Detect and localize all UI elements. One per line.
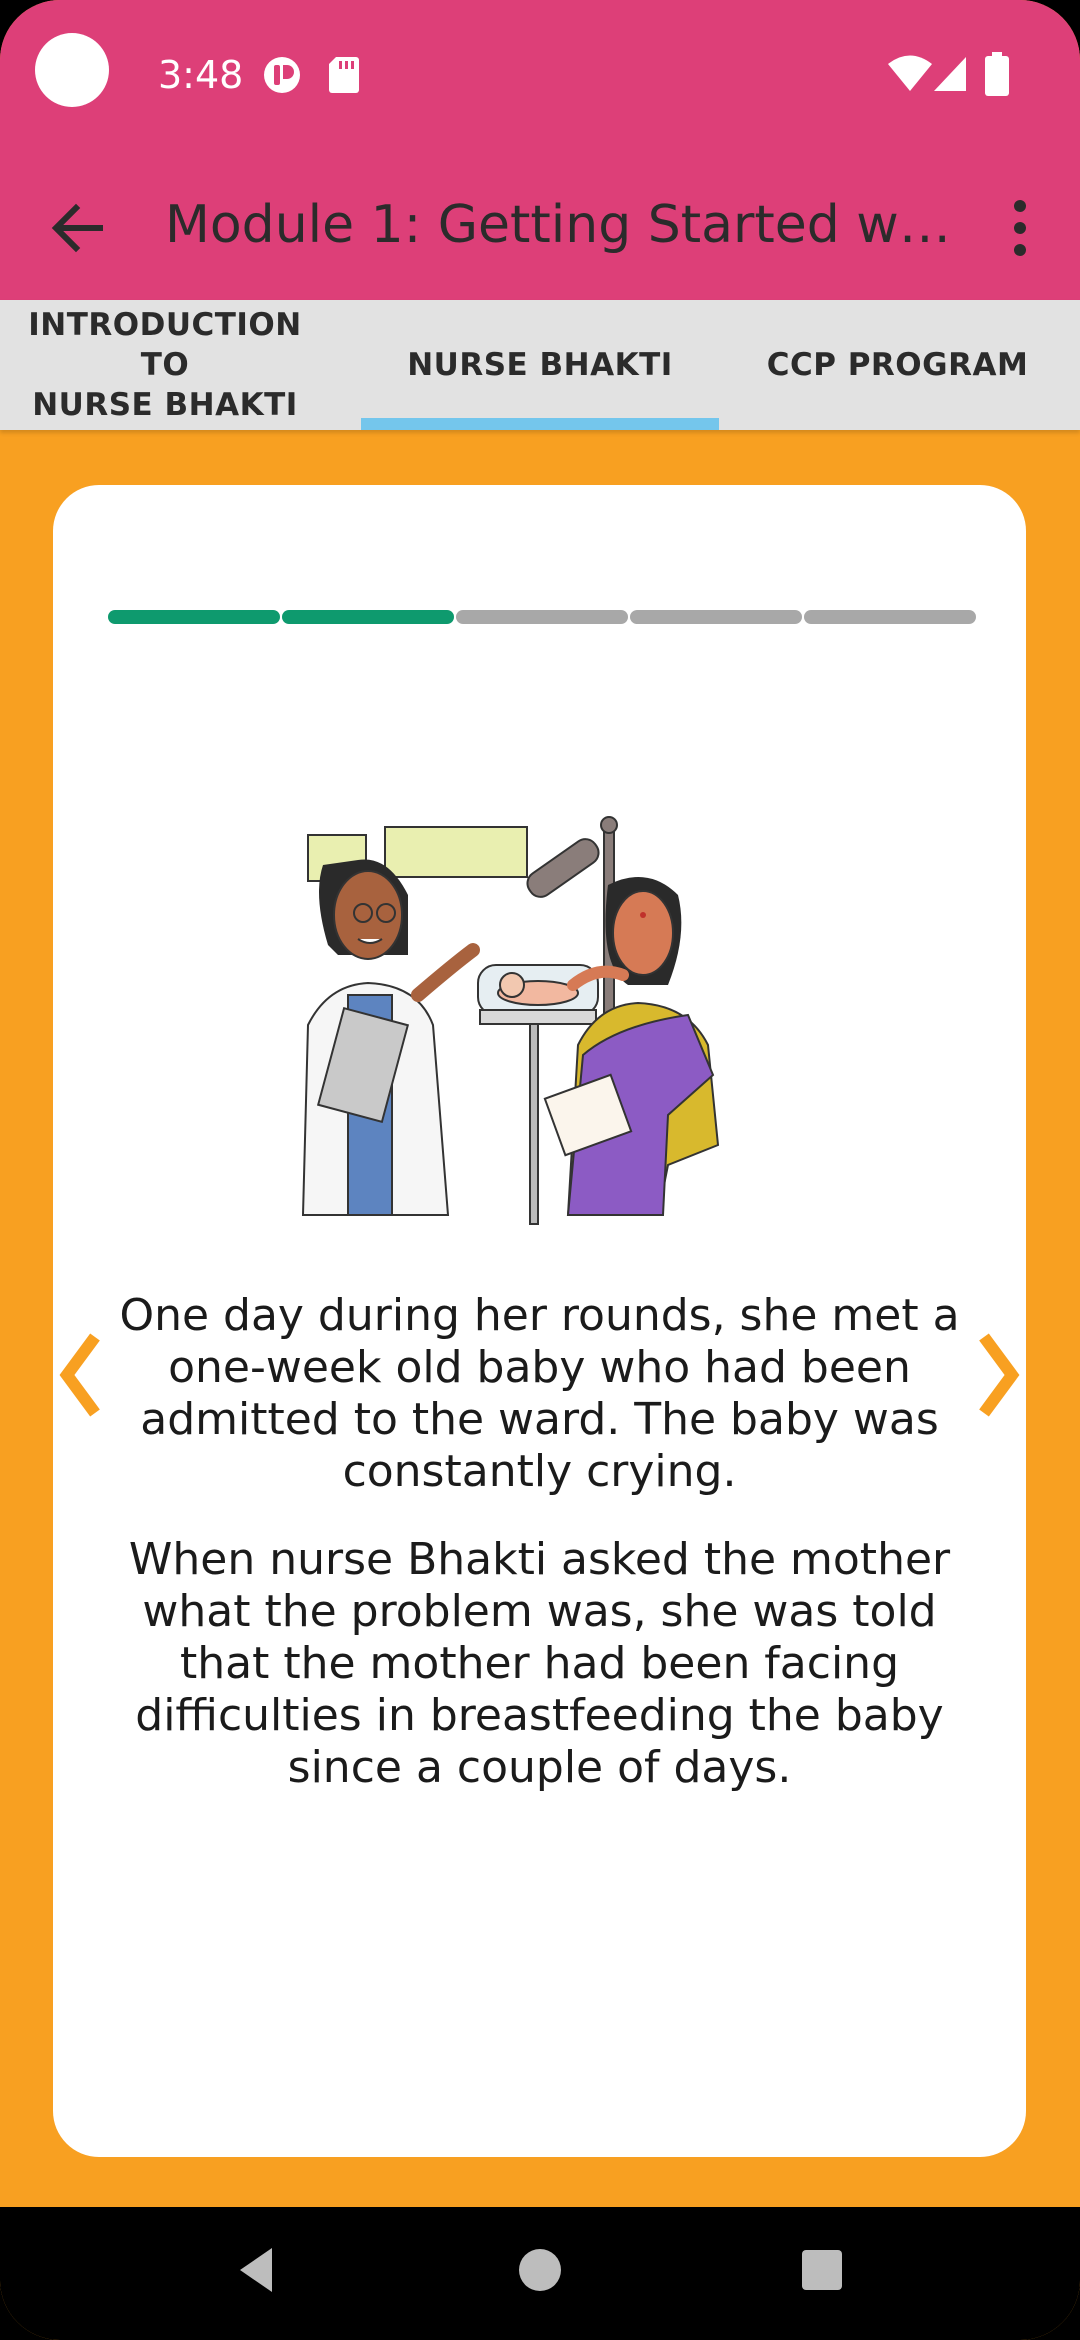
progress-segment-pending (456, 610, 628, 624)
page-title: Module 1: Getting Started with... (165, 195, 965, 255)
camera-cutout (35, 33, 109, 107)
next-page-button[interactable] (966, 1325, 1026, 1425)
nav-home-button[interactable] (518, 2242, 562, 2298)
cell-signal-icon (934, 57, 966, 91)
tab-ccp-program[interactable]: CCP PROGRAM (740, 300, 1055, 430)
tab-label: NURSE BHAKTI (407, 347, 673, 383)
progress-segment-complete (108, 610, 280, 624)
status-bar: 3:48 (0, 0, 1080, 150)
back-button[interactable] (40, 190, 116, 266)
doctor-and-mother-with-baby-illustration (301, 816, 720, 1225)
story-paragraph: When nurse Bhakti asked the mother what … (128, 1534, 951, 1793)
story-paragraph: One day during her rounds, she met a one… (119, 1290, 960, 1497)
story-progress-bar (108, 610, 976, 624)
tab-label-line1: INTRODUCTION TO (28, 307, 302, 383)
progress-segment-complete (282, 610, 454, 624)
sd-card-icon (329, 57, 359, 93)
nav-back-button[interactable] (232, 2242, 280, 2298)
wifi-icon (888, 55, 932, 91)
selected-tab-indicator (361, 418, 719, 430)
progress-segment-pending (804, 610, 976, 624)
app-bar: Module 1: Getting Started with... (0, 150, 1080, 300)
tab-introduction-to-nurse-bhakti[interactable]: INTRODUCTION TO NURSE BHAKTI (0, 300, 330, 430)
notification-app-icon (264, 57, 300, 93)
story-text: One day during her rounds, she met a one… (113, 1290, 966, 1830)
previous-page-button[interactable] (53, 1325, 113, 1425)
tab-bar: INTRODUCTION TO NURSE BHAKTI NURSE BHAKT… (0, 300, 1080, 430)
status-time: 3:48 (158, 53, 244, 97)
battery-icon (985, 52, 1009, 96)
system-navigation-bar (0, 2207, 1080, 2340)
tab-label-line2: NURSE BHAKTI (32, 387, 298, 423)
screen: 3:48 Module 1: Getting Started with... I… (0, 0, 1080, 2340)
tab-label: CCP PROGRAM (766, 347, 1029, 383)
more-options-button[interactable] (1000, 190, 1040, 266)
progress-segment-pending (630, 610, 802, 624)
tab-nurse-bhakti[interactable]: NURSE BHAKTI (361, 300, 719, 430)
story-card: One day during her rounds, she met a one… (53, 485, 1026, 2157)
nav-recents-button[interactable] (800, 2242, 844, 2298)
